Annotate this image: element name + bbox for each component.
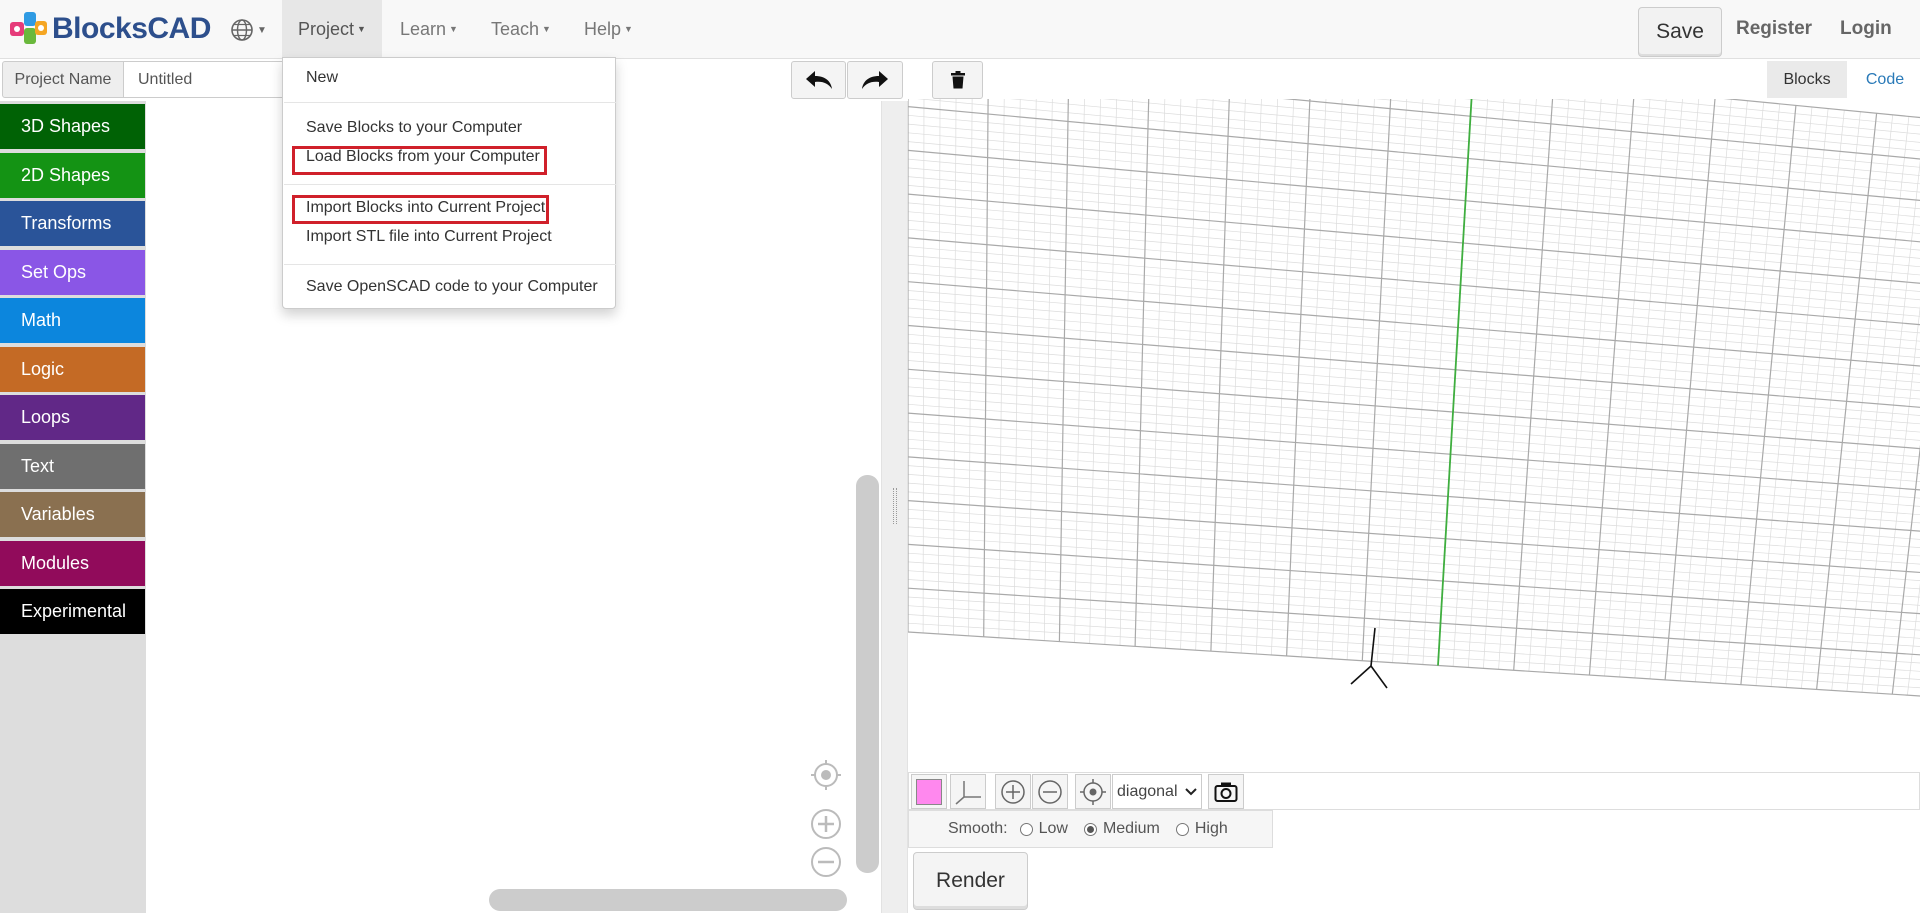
view-angle-value: diagonal	[1117, 782, 1178, 800]
zoom-in-icon	[1001, 779, 1025, 804]
register-link[interactable]: Register	[1736, 0, 1812, 58]
project-name-label: Project Name	[2, 61, 124, 98]
category-text[interactable]: Text	[0, 443, 145, 489]
project-dropdown-menu: New Save Blocks to your Computer Load Bl…	[282, 57, 616, 309]
object-color-button[interactable]	[911, 774, 947, 809]
screenshot-button[interactable]	[1208, 774, 1244, 809]
menu-item-import-stl[interactable]: Import STL file into Current Project	[306, 226, 552, 248]
nav-teach-menu[interactable]: Teach ▼	[475, 0, 567, 58]
category-variables[interactable]: Variables	[0, 492, 145, 537]
category-3d-shapes[interactable]: 3D Shapes	[0, 104, 145, 149]
render-button[interactable]: Render	[913, 852, 1028, 910]
category-2d-shapes[interactable]: 2D Shapes	[0, 152, 145, 198]
camera-icon	[1214, 782, 1238, 802]
category-set-ops[interactable]: Set Ops	[0, 249, 145, 295]
workspace-vertical-scrollbar[interactable]	[856, 475, 879, 873]
axes-icon	[955, 780, 981, 805]
smooth-option-high[interactable]: High	[1175, 820, 1228, 838]
category-logic[interactable]: Logic	[0, 346, 145, 392]
viewer-zoom-out-button[interactable]	[1032, 774, 1068, 809]
category-loops[interactable]: Loops	[0, 395, 145, 440]
workspace-zoom-in-button[interactable]	[810, 808, 842, 840]
view-angle-select[interactable]: diagonal	[1112, 774, 1202, 809]
save-button[interactable]: Save	[1638, 7, 1722, 57]
viewer-zoom-in-button[interactable]	[995, 774, 1031, 809]
redo-button[interactable]	[847, 61, 903, 99]
category-transforms[interactable]: Transforms	[0, 201, 145, 246]
menu-item-new[interactable]: New	[306, 67, 338, 89]
crosshair-icon	[1080, 778, 1106, 805]
smoothness-options: Smooth: Low Medium High	[908, 810, 1273, 848]
workspace-recenter-button[interactable]	[810, 759, 842, 791]
undo-icon	[805, 71, 832, 89]
highlight-box-import-blocks	[292, 195, 549, 224]
smooth-option-medium[interactable]: Medium	[1083, 820, 1160, 838]
nav-project-menu[interactable]: Project ▼	[282, 0, 382, 58]
language-menu[interactable]: ▼	[230, 16, 267, 44]
caret-down-icon: ▼	[624, 24, 633, 34]
menu-item-save-openscad[interactable]: Save OpenSCAD code to your Computer	[306, 276, 598, 298]
caret-down-icon: ▼	[357, 24, 366, 34]
zoom-out-icon	[1038, 779, 1062, 804]
workspace-zoom-out-button[interactable]	[810, 846, 842, 878]
nav-help-menu[interactable]: Help ▼	[568, 0, 649, 58]
workspace-horizontal-scrollbar[interactable]	[489, 889, 847, 911]
login-link[interactable]: Login	[1840, 0, 1892, 58]
tab-code[interactable]: Code	[1855, 61, 1915, 98]
chevron-down-icon	[1184, 787, 1197, 795]
undo-button[interactable]	[791, 61, 846, 99]
blocks-logo-icon	[10, 12, 47, 44]
crosshair-icon	[811, 760, 841, 790]
3d-viewport[interactable]	[908, 99, 1920, 770]
redo-icon	[862, 71, 888, 89]
splitter-grip-icon	[893, 488, 897, 524]
caret-down-icon: ▼	[449, 24, 458, 34]
project-name-input[interactable]: Untitled	[124, 61, 284, 98]
top-navbar: BlocksCAD ▼ Project ▼ Learn ▼ Teach ▼ Help ▼…	[0, 0, 1920, 59]
category-modules[interactable]: Modules	[0, 540, 145, 586]
nav-learn-menu[interactable]: Learn ▼	[384, 0, 474, 58]
caret-down-icon: ▼	[542, 24, 551, 34]
radio-medium[interactable]	[1083, 822, 1097, 836]
menu-divider	[284, 102, 616, 103]
menu-divider	[284, 184, 616, 185]
highlight-box-load-blocks	[292, 146, 547, 175]
category-experimental[interactable]: Experimental	[0, 589, 145, 634]
radio-high[interactable]	[1175, 822, 1189, 836]
toggle-axes-button[interactable]	[950, 774, 986, 809]
zoom-out-icon	[811, 847, 841, 877]
viewer-toolbar: diagonal	[908, 772, 1920, 810]
category-math[interactable]: Math	[0, 298, 145, 343]
build-plate-grid	[908, 99, 1920, 697]
globe-icon	[231, 19, 253, 41]
caret-down-icon: ▼	[257, 24, 267, 36]
zoom-in-icon	[811, 809, 841, 839]
delete-button[interactable]	[932, 61, 983, 99]
logo-text: BlocksCAD	[52, 12, 211, 45]
blockscad-logo[interactable]: BlocksCAD	[8, 10, 211, 48]
tab-blocks[interactable]: Blocks	[1767, 61, 1847, 98]
trash-icon	[950, 71, 965, 89]
smooth-label: Smooth:	[948, 820, 1008, 837]
object-color-swatch	[916, 778, 942, 805]
radio-low[interactable]	[1019, 822, 1033, 836]
menu-item-save-blocks[interactable]: Save Blocks to your Computer	[306, 117, 522, 139]
viewer-reset-view-button[interactable]	[1075, 774, 1111, 809]
menu-divider	[284, 264, 616, 265]
smooth-option-low[interactable]: Low	[1019, 820, 1068, 838]
